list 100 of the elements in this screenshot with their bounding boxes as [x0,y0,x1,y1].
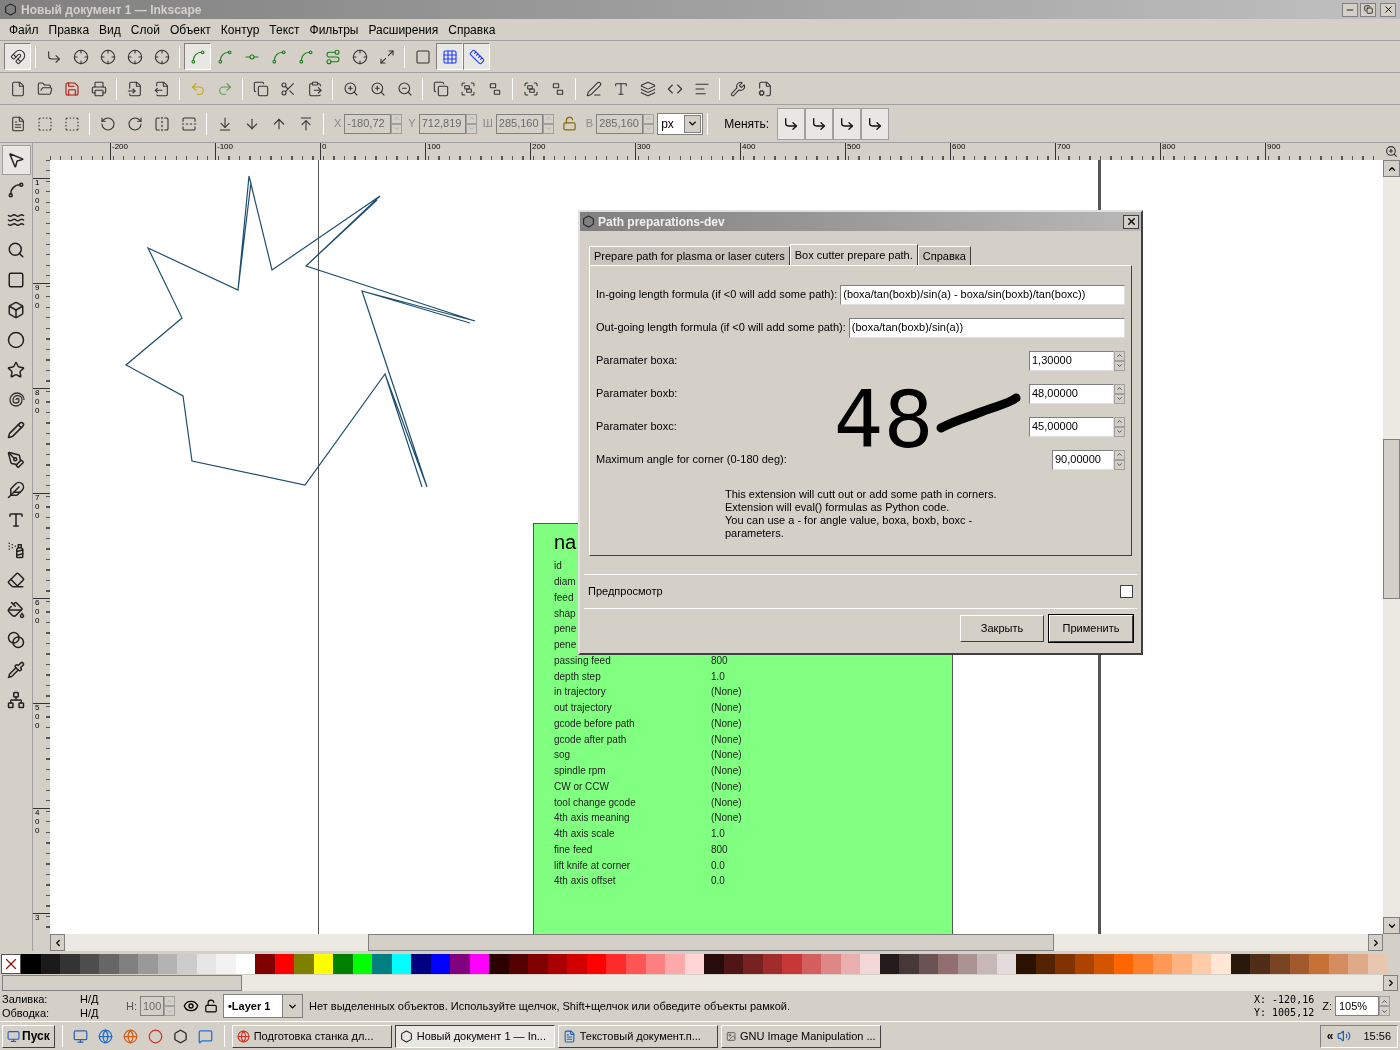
number-field[interactable]: 48,00000 [1029,383,1114,404]
number-field[interactable]: 90,00000 [1052,449,1114,470]
parameter-name: depth step [554,670,601,682]
ruler-label: 600 [35,599,41,626]
parameter-name: feed [554,591,574,603]
dialog-tab[interactable]: Box cutter prepare path. [789,244,918,266]
parameter-name: diam [554,576,576,588]
stroke-label: Обводка: [2,1006,51,1020]
number-field[interactable]: 45,00000 [1029,416,1114,437]
ruler-label: 900 [1266,143,1281,151]
ruler-label: 700 [35,494,41,521]
field-label: Y [408,116,416,132]
dialog-button[interactable]: Применить [1049,615,1133,642]
menu-item[interactable]: Текст [264,20,305,39]
opacity-field[interactable]: 100 [140,996,164,1016]
parameter-name: fine feed [554,843,593,855]
parameter-value: 0.0 [711,858,725,873]
parameter-name: pene [554,639,577,651]
ruler-label: 900 [35,284,41,311]
zoom-field[interactable]: 105% [1335,996,1379,1016]
parameter-value: (None) [711,716,742,731]
menu-item[interactable]: Объект [164,20,216,39]
parameter-value: 800 [711,653,728,668]
ruler-label: -200 [111,143,128,151]
menu-item[interactable]: Вид [94,20,126,39]
parameter-name: CW or CCW [554,780,609,792]
menu-item[interactable]: Контур [215,20,265,39]
preview-label: Предпросмотр [588,584,663,600]
ruler-label: 700 [1056,143,1071,151]
description-text: This extension will cutt out or add some path in corners. Extension will eval() formulas as Python code. You can use a - for angle value, boxa, boxb, boxc - parameters. [725,488,998,540]
stroke-value: Н/Д [80,1006,100,1020]
ruler-label: 300 [636,143,651,151]
parameter-name: pene [554,623,577,635]
field-label: Paramater boxc: [596,419,677,435]
menu-item[interactable]: Фильтры [304,20,364,39]
fill-value: Н/Д [80,992,100,1006]
cursor-y: Y: 1005,12 [1254,1006,1315,1019]
parameter-value: (None) [711,779,742,794]
layer-dropdown[interactable]: •Layer 1 [223,994,303,1018]
taskbar-button[interactable]: GNU Image Manipulation ... [720,1024,881,1048]
ruler-label: 1000 [35,179,41,215]
ruler-label: 3 [35,914,41,923]
parameter-value: 800 [711,842,728,857]
tray-toggle[interactable]: « [1326,1027,1334,1045]
parameter-name: 4th axis offset [554,875,616,887]
ruler-label: -100 [216,143,233,151]
handwritten-number: 48 [834,380,934,460]
clock: 15:56 [1363,1028,1391,1044]
parameter-name: sog [554,749,571,761]
status-message: Нет выделенных объектов. Используйте щелчок, Shift+щелчок или обведите объекты рамкой. [309,998,790,1014]
parameter-value: (None) [711,685,742,700]
menu-item[interactable]: Файл [4,20,44,39]
parameter-name: 4th axis scale [554,828,615,840]
field-label: Maximum angle for corner (0-180 deg): [596,452,787,468]
menu-item[interactable]: Правка [43,20,95,39]
parameter-name: out trajectory [554,702,612,714]
formula-field[interactable]: (boxa/tan(boxb)/sin(a) - boxa/sin(boxb)/tan(boxc)) [840,284,1125,305]
field-label: В [585,116,594,132]
ruler-label: 400 [35,809,41,836]
parameter-name: spindle rpm [554,765,606,777]
ruler-label: 500 [35,704,41,731]
parameter-name: in trajectory [554,686,606,698]
taskbar-button[interactable]: Текстовый документ.п... [557,1024,718,1048]
table-title: na [554,532,577,552]
ruler-label: 500 [846,143,861,151]
parameter-value: 1.0 [711,827,725,842]
ruler-label: 800 [35,389,41,416]
fill-label: Заливка: [2,992,49,1006]
parameter-value: 0.0 [711,874,725,889]
parameter-value: (None) [711,732,742,747]
dialog-title: Path preparations-dev [598,213,725,231]
ruler-label: 400 [741,143,756,151]
dialog-tab[interactable]: Справка [917,246,971,265]
taskbar-button[interactable]: Новый документ 1 — In... [394,1024,555,1048]
field-label: In-going length formula (if <0 will add some path): [596,287,838,303]
taskbar-button[interactable]: Подготовка станка дл... [231,1024,392,1048]
parameter-name: lift knife at corner [554,859,631,871]
transform-label: Менять: [724,115,770,133]
start-button[interactable]: Пуск [2,1024,55,1048]
ruler-label: 800 [1161,143,1176,151]
formula-field[interactable]: (boxa/tan(boxb)/sin(a)) [848,317,1125,338]
field-label: Ш [482,116,493,132]
unit-dropdown[interactable]: px [657,112,704,135]
ruler-label: 600 [951,143,966,151]
zoom-label: Z: [1322,998,1332,1014]
cursor-x: X: -120,16 [1254,993,1315,1006]
dialog-button[interactable]: Закрыть [960,615,1044,642]
ruler-label: 200 [531,143,546,151]
number-field[interactable]: 1,30000 [1029,350,1114,371]
parameter-name: gcode after path [554,733,627,745]
dialog-tab[interactable]: Prepare path for plasma or laser cuters [589,246,790,265]
menu-item[interactable]: Слой [125,20,165,39]
parameter-value: (None) [711,748,742,763]
field-label: Out-going length formula (if <0 will add some path): [596,320,846,336]
parameter-value: (None) [711,764,742,779]
parameter-name: id [554,560,562,572]
parameter-value: (None) [711,795,742,810]
opacity-label: H: [126,998,137,1014]
menu-item[interactable]: Справка [443,20,501,39]
menu-item[interactable]: Расширения [363,20,444,39]
